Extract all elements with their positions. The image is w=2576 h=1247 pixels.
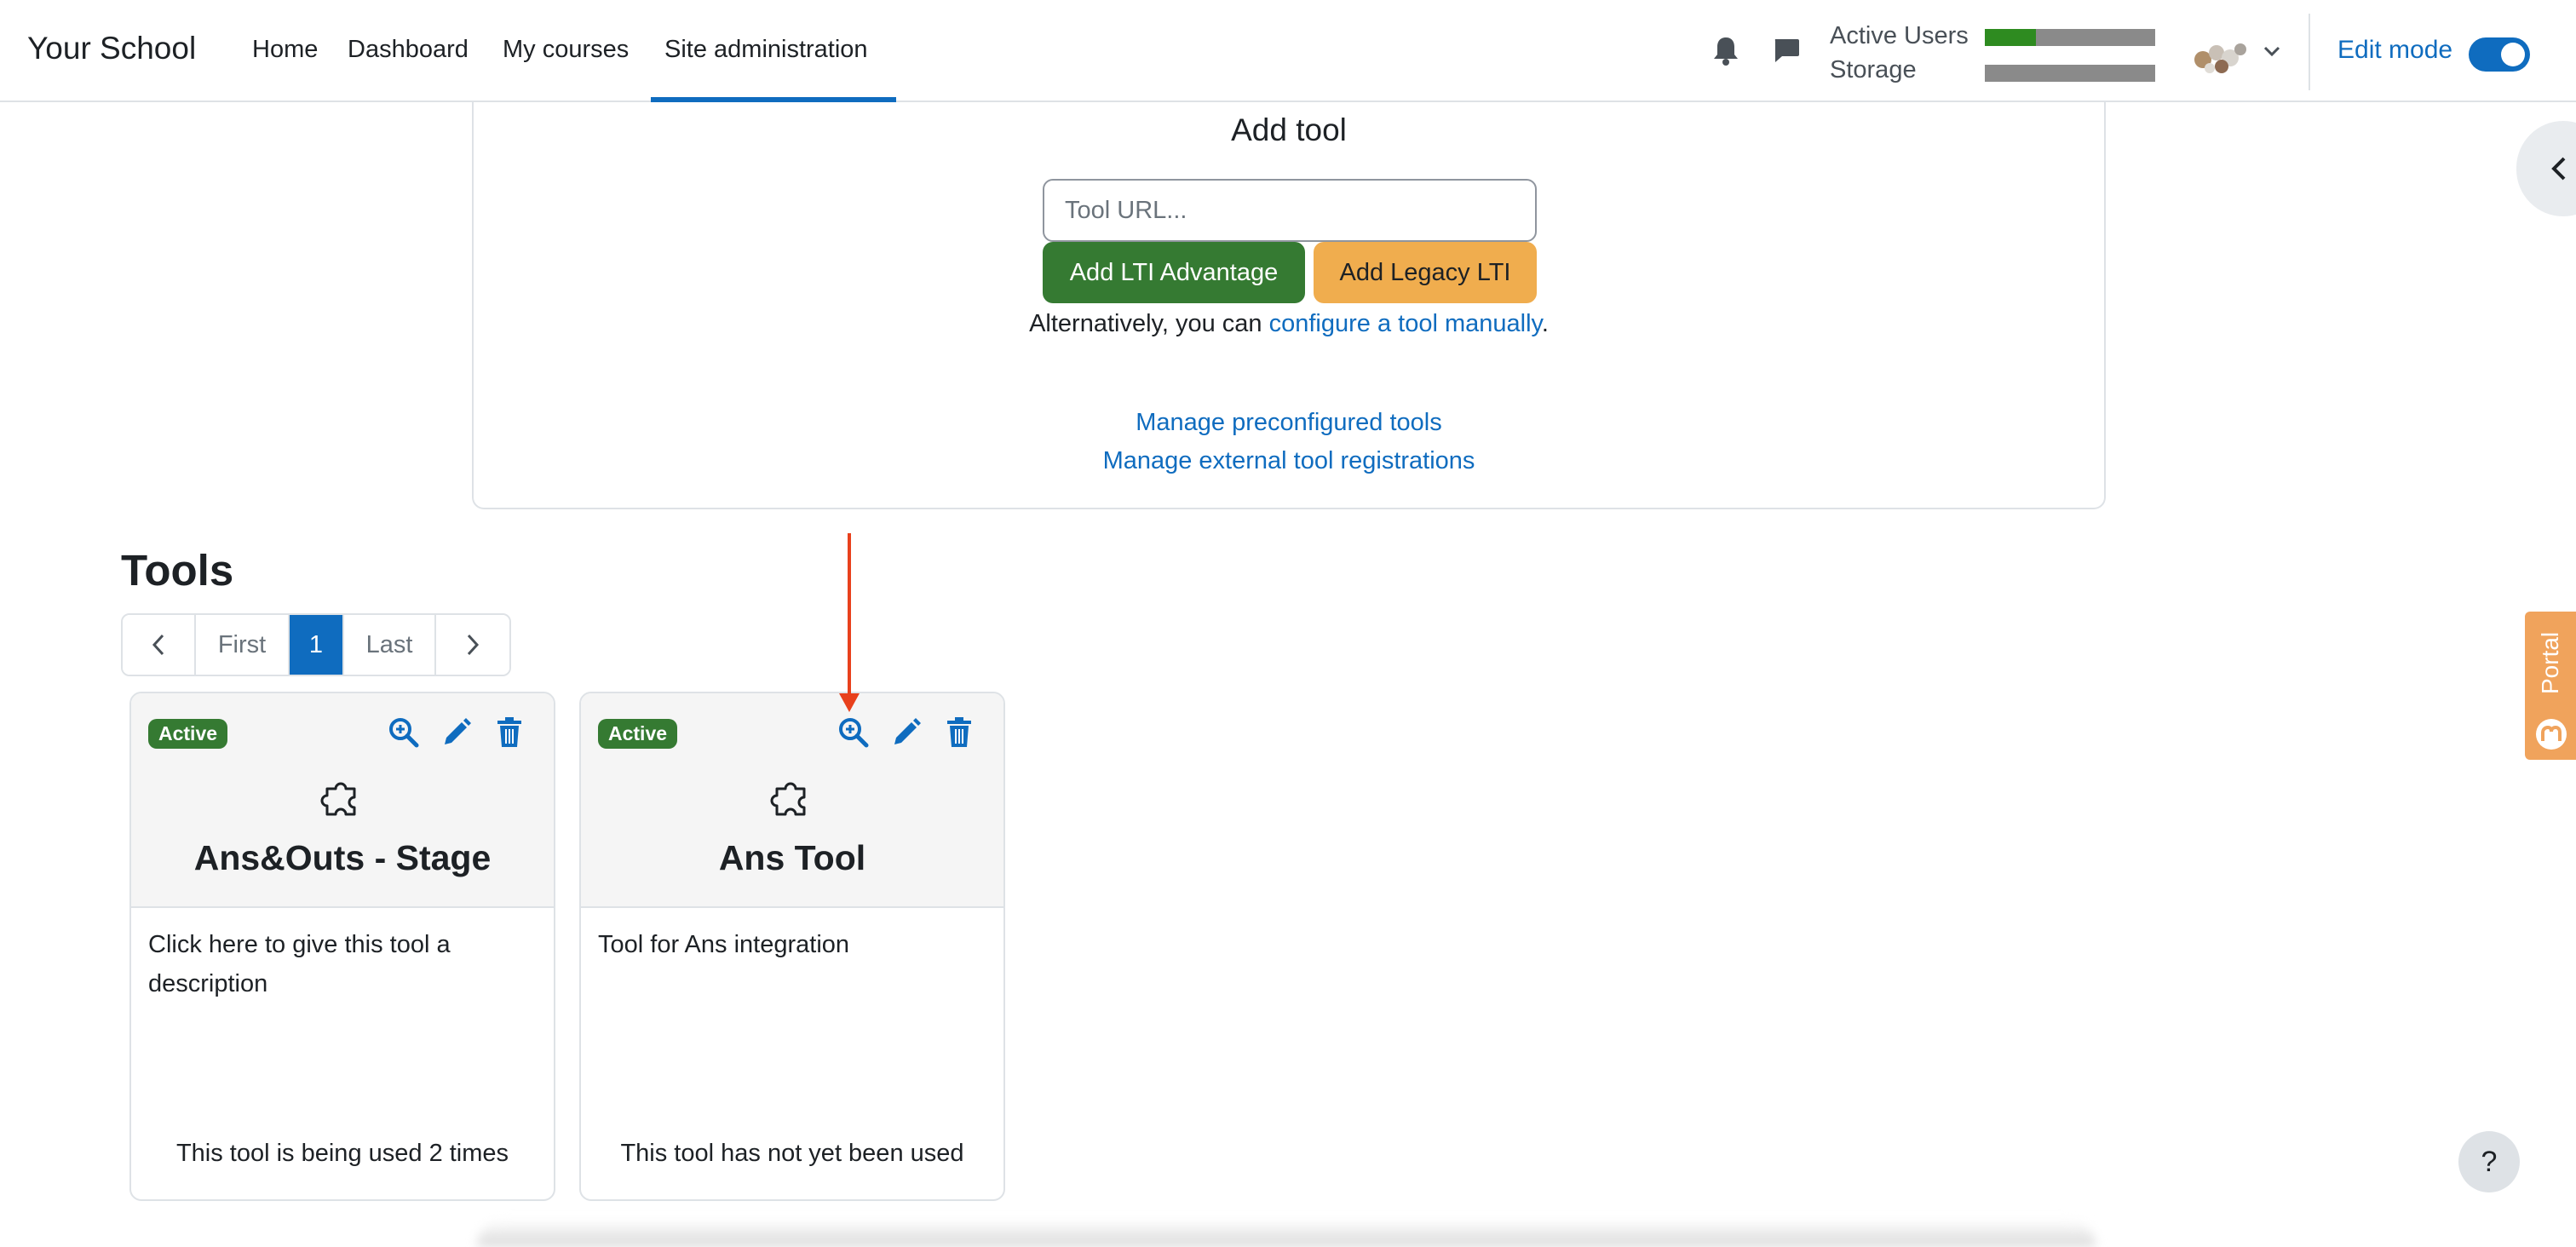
tool-usage: This tool is being used 2 times	[175, 1140, 509, 1167]
add-lti-advantage-button[interactable]: Add LTI Advantage	[1043, 242, 1305, 303]
active-users-meter	[1985, 29, 2155, 46]
portal-label: Portal	[2537, 631, 2563, 694]
active-users-meter-fill	[1985, 29, 2036, 46]
tool-title: Ans&Outs - Stage	[193, 838, 492, 877]
edit-icon[interactable]	[889, 715, 923, 750]
tool-card-ans-tool: Active Ans Tool Tool for Ans integration…	[579, 692, 1005, 1201]
chevron-left-icon	[2551, 157, 2566, 181]
bell-icon[interactable]	[1712, 36, 1739, 66]
manage-external-registrations-link[interactable]: Manage external tool registrations	[1103, 447, 1475, 474]
chat-icon[interactable]	[1772, 36, 1801, 65]
view-details-icon[interactable]	[837, 715, 871, 750]
add-legacy-lti-button[interactable]: Add Legacy LTI	[1314, 242, 1537, 303]
last-page-button[interactable]: Last	[344, 615, 436, 675]
avatar[interactable]	[2191, 37, 2251, 77]
edit-mode-label[interactable]: Edit mode	[2337, 36, 2452, 65]
current-page-button[interactable]: 1	[290, 615, 344, 675]
delete-icon[interactable]	[942, 715, 976, 750]
storage-meter	[1985, 65, 2155, 82]
edit-icon[interactable]	[440, 715, 474, 750]
tool-usage: This tool has not yet been used	[620, 1140, 964, 1167]
previous-page-button[interactable]	[123, 615, 196, 675]
status-badge: Active	[598, 719, 678, 749]
chevron-right-icon	[467, 634, 480, 656]
edit-mode-toggle[interactable]	[2469, 37, 2530, 72]
site-brand[interactable]: Your School	[27, 31, 196, 66]
nav-site-administration[interactable]: Site administration	[664, 36, 868, 64]
first-page-button[interactable]: First	[196, 615, 290, 675]
puzzle-icon	[320, 782, 356, 816]
chevron-left-icon	[152, 634, 164, 656]
puzzle-icon	[770, 782, 806, 816]
edit-mode-toggle-knob	[2501, 43, 2525, 66]
top-navbar: Your School Home Dashboard My courses Si…	[0, 0, 2576, 102]
help-button[interactable]: ?	[2458, 1131, 2520, 1192]
status-badge: Active	[148, 719, 228, 749]
active-users-label: Active Users	[1830, 22, 1969, 49]
add-tool-title: Add tool	[1231, 112, 1347, 147]
open-drawer-button[interactable]	[2516, 121, 2576, 216]
storage-label: Storage	[1830, 56, 1917, 83]
next-page-button[interactable]	[436, 615, 509, 675]
tool-card-header: Active Ans&Outs - Stage	[131, 693, 554, 908]
manage-preconfigured-tools-link[interactable]: Manage preconfigured tools	[1136, 409, 1442, 436]
tools-heading: Tools	[121, 546, 234, 595]
portal-tab[interactable]: Portal	[2525, 612, 2576, 760]
tool-card-ans-outs-stage: Active Ans&Outs - Stage Click here to gi…	[129, 692, 555, 1201]
tool-title: Ans Tool	[718, 838, 866, 877]
configure-manually-link[interactable]: configure a tool manually	[1269, 310, 1542, 337]
nav-divider	[2309, 14, 2310, 90]
view-details-icon[interactable]	[387, 715, 421, 750]
moodle-portal-icon	[2536, 719, 2567, 750]
add-tool-panel: Add tool Add LTI Advantage Add Legacy LT…	[472, 102, 2106, 509]
delete-icon[interactable]	[492, 715, 526, 750]
alternative-prefix: Alternatively, you can	[1029, 310, 1269, 337]
nav-home[interactable]: Home	[252, 36, 318, 64]
pagination: First 1 Last	[121, 613, 511, 676]
annotation-arrow-icon	[839, 533, 860, 712]
tool-description[interactable]: Tool for Ans integration	[598, 925, 990, 964]
tool-card-header: Active Ans Tool	[581, 693, 1003, 908]
alternative-text: Alternatively, you can configure a tool …	[474, 310, 2104, 338]
tool-description[interactable]: Click here to give this tool a descripti…	[148, 925, 540, 1003]
nav-my-courses[interactable]: My courses	[503, 36, 629, 64]
footer-shadow	[477, 1220, 2096, 1247]
alternative-suffix: .	[1541, 310, 1549, 337]
tool-url-input[interactable]	[1043, 179, 1537, 242]
chevron-down-icon[interactable]	[2263, 43, 2281, 60]
nav-dashboard[interactable]: Dashboard	[348, 36, 469, 64]
